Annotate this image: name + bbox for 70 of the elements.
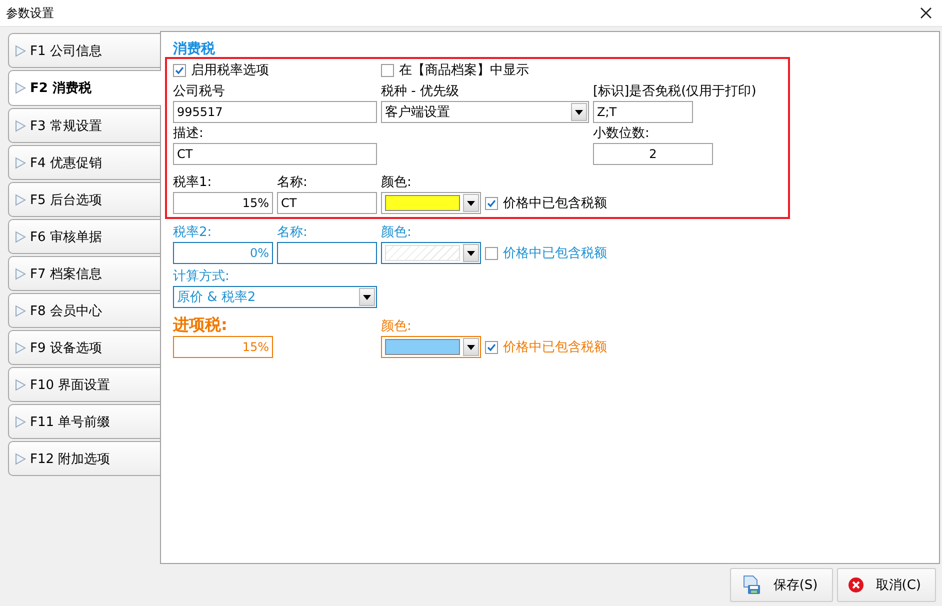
- field-label: 颜色:: [381, 174, 412, 192]
- triangle-icon: [15, 452, 26, 464]
- color-dropdown[interactable]: [381, 242, 481, 264]
- input-field[interactable]: 15%: [173, 192, 273, 214]
- field-label: 名称:: [277, 174, 308, 192]
- field-label: 颜色:: [381, 318, 412, 336]
- input-field[interactable]: 0%: [173, 242, 273, 264]
- enable-rates-checkbox[interactable]: 启用税率选项: [173, 60, 377, 80]
- triangle-icon: [15, 44, 26, 56]
- input-field[interactable]: CT: [277, 192, 377, 214]
- input-field[interactable]: 2: [593, 143, 713, 165]
- floppy-icon: [741, 575, 762, 595]
- triangle-icon: [15, 120, 26, 132]
- tab[interactable]: F3 常规设置: [8, 108, 160, 143]
- tax-included-checkbox[interactable]: 价格中已包含税额: [485, 243, 713, 263]
- check-icon: [174, 64, 185, 76]
- input-field[interactable]: [277, 242, 377, 264]
- triangle-icon: [15, 416, 26, 428]
- field-label: 小数位数:: [593, 125, 650, 143]
- color-dropdown[interactable]: [381, 192, 481, 214]
- input-field[interactable]: 995517: [173, 101, 377, 123]
- caret-icon: [467, 344, 475, 350]
- field-label: 颜色:: [381, 224, 412, 242]
- tab[interactable]: F7 档案信息: [8, 256, 160, 291]
- triangle-icon: [15, 194, 26, 206]
- triangle-icon: [15, 230, 26, 242]
- caret-icon: [575, 110, 583, 114]
- cancel-icon: [848, 577, 864, 593]
- triangle-icon: [15, 156, 26, 168]
- field-label: 税率1:: [173, 174, 213, 192]
- field-label: 计算方式:: [173, 268, 230, 286]
- tab[interactable]: F5 后台选项: [8, 182, 160, 217]
- check-icon: [486, 342, 497, 352]
- tab[interactable]: F6 审核单据: [8, 219, 160, 254]
- triangle-icon: [15, 342, 26, 354]
- tax-type-dropdown[interactable]: 客户端设置: [381, 101, 589, 123]
- tab[interactable]: F4 优惠促销: [8, 145, 160, 180]
- field-label: 名称:: [277, 224, 308, 242]
- triangle-icon: [15, 82, 26, 94]
- field-label: [标识]是否免税(仅用于打印): [593, 83, 756, 101]
- show-in-catalog-checkbox[interactable]: 在【商品档案】中显示: [381, 60, 713, 80]
- tax-included-checkbox[interactable]: 价格中已包含税额: [485, 193, 713, 213]
- input-field[interactable]: CT: [173, 143, 377, 165]
- caret-icon: [467, 200, 475, 206]
- tab[interactable]: F1 公司信息: [8, 33, 160, 68]
- save-button[interactable]: 保存(S): [730, 568, 833, 602]
- triangle-icon: [15, 304, 26, 316]
- color-dropdown[interactable]: [381, 336, 481, 358]
- section-title: 进项税:: [173, 314, 228, 336]
- close-icon[interactable]: [920, 7, 932, 19]
- tab[interactable]: F11 单号前缀: [8, 404, 160, 439]
- field-label: 税率2:: [173, 224, 213, 242]
- tab[interactable]: F8 会员中心: [8, 293, 160, 328]
- triangle-icon: [15, 378, 26, 390]
- tab[interactable]: F2 消费税: [8, 70, 161, 106]
- tab[interactable]: F12 附加选项: [8, 441, 160, 476]
- section-title: 消费税: [173, 40, 216, 57]
- caret-icon: [363, 294, 371, 300]
- check-icon: [486, 198, 497, 208]
- cancel-button[interactable]: 取消(C): [836, 568, 936, 602]
- tab[interactable]: F9 设备选项: [8, 330, 160, 365]
- window-title: 参数设置: [6, 4, 54, 22]
- input-field[interactable]: Z;T: [593, 101, 693, 123]
- tab[interactable]: F10 界面设置: [8, 367, 160, 402]
- triangle-icon: [15, 268, 26, 280]
- field-label: 税种 - 优先级: [381, 83, 460, 101]
- field-label: 描述:: [173, 125, 204, 143]
- field-label: 公司税号: [173, 83, 226, 101]
- caret-icon: [467, 250, 475, 256]
- calc-method-dropdown[interactable]: 原价 & 税率2: [173, 286, 377, 308]
